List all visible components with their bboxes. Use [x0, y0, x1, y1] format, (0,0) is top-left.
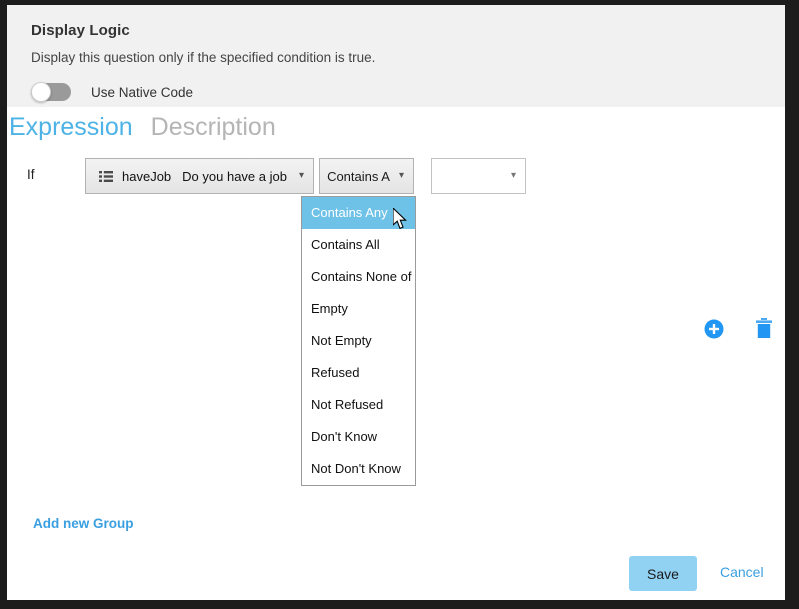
- window-frame: Display Logic Display this question only…: [0, 0, 799, 609]
- chevron-down-icon: ▾: [398, 170, 404, 181]
- use-native-code-toggle[interactable]: [31, 82, 71, 102]
- menu-item-contains-any[interactable]: Contains Any: [302, 197, 415, 229]
- chevron-down-icon: ▾: [298, 170, 304, 181]
- chevron-down-icon: ▾: [510, 170, 516, 181]
- toggle-knob: [31, 82, 51, 102]
- list-icon: [99, 170, 113, 182]
- operator-value: Contains A: [327, 168, 390, 184]
- menu-item-not-dont-know[interactable]: Not Don't Know: [302, 453, 415, 485]
- page-subtitle: Display this question only if the specif…: [31, 50, 376, 65]
- menu-item-not-refused[interactable]: Not Refused: [302, 389, 415, 421]
- display-logic-dialog: Display Logic Display this question only…: [7, 5, 785, 600]
- menu-item-contains-all[interactable]: Contains All: [302, 229, 415, 261]
- value-select[interactable]: ▾: [431, 158, 526, 194]
- if-label: If: [27, 167, 35, 182]
- page-title: Display Logic: [31, 22, 130, 39]
- dialog-header: Display Logic Display this question only…: [7, 5, 785, 107]
- menu-item-dont-know[interactable]: Don't Know: [302, 421, 415, 453]
- question-code: haveJob: [122, 168, 172, 184]
- save-button[interactable]: Save: [629, 556, 697, 591]
- operator-dropdown-menu[interactable]: Contains Any Contains All Contains None …: [301, 196, 416, 486]
- trash-icon[interactable]: [754, 318, 774, 340]
- question-text: Do you have a job: [182, 168, 287, 184]
- plus-circle-icon[interactable]: [704, 319, 724, 339]
- cancel-button[interactable]: Cancel: [720, 564, 764, 580]
- operator-select[interactable]: Contains A ▾: [319, 158, 414, 194]
- menu-item-empty[interactable]: Empty: [302, 293, 415, 325]
- menu-item-contains-none-of[interactable]: Contains None of: [302, 261, 415, 293]
- tab-bar: Expression Description: [7, 113, 276, 142]
- menu-item-refused[interactable]: Refused: [302, 357, 415, 389]
- add-new-group-link[interactable]: Add new Group: [33, 516, 134, 531]
- use-native-code-label: Use Native Code: [91, 84, 194, 100]
- tab-description[interactable]: Description: [151, 113, 276, 142]
- question-select[interactable]: haveJob Do you have a job ▾: [85, 158, 314, 194]
- native-code-toggle-row: Use Native Code: [31, 81, 193, 103]
- menu-item-not-empty[interactable]: Not Empty: [302, 325, 415, 357]
- tab-expression[interactable]: Expression: [9, 113, 133, 142]
